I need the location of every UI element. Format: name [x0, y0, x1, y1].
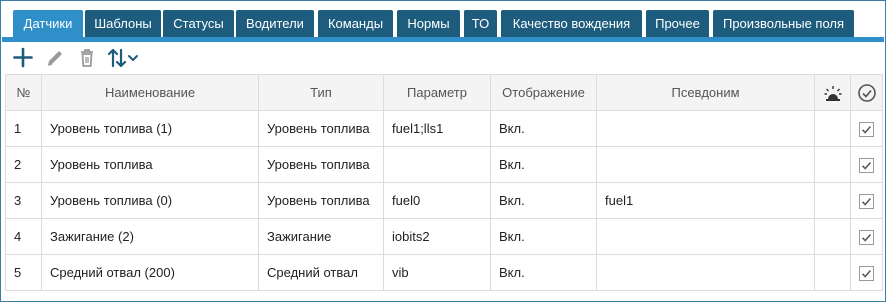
cell-number: 2: [5, 146, 42, 183]
tab-commands[interactable]: Команды: [318, 10, 393, 37]
tab-underline: [2, 37, 884, 42]
cell-type: Уровень топлива: [258, 110, 384, 147]
tab-maintenance[interactable]: ТО: [464, 10, 497, 37]
sort-arrows-icon[interactable]: [107, 45, 141, 71]
cell-param: fuel1;lls1: [383, 110, 491, 147]
cell-display: Вкл.: [490, 146, 597, 183]
check-circle-icon: [857, 83, 876, 102]
column-header-alias[interactable]: Псевдоним: [596, 74, 815, 111]
table-header-row: № Наименование Тип Параметр Отображение …: [5, 74, 883, 111]
cell-alarm: [814, 182, 851, 219]
column-header-name[interactable]: Наименование: [41, 74, 259, 111]
visible-checkbox[interactable]: [859, 265, 874, 281]
cell-type: Уровень топлива: [258, 182, 384, 219]
cell-name: Уровень топлива: [41, 146, 259, 183]
cell-param: [383, 146, 491, 183]
cell-param: fuel0: [383, 182, 491, 219]
column-header-type[interactable]: Тип: [258, 74, 384, 111]
cell-name: Уровень топлива (1): [41, 110, 259, 147]
cell-visible: [850, 146, 883, 183]
column-header-number[interactable]: №: [5, 74, 42, 111]
column-header-visible[interactable]: [850, 74, 883, 111]
sensor-panel: Датчики Шаблоны Статусы Водители Команды…: [0, 0, 886, 302]
cell-type: Уровень топлива: [258, 146, 384, 183]
cell-alarm: [814, 110, 851, 147]
tab-other[interactable]: Прочее: [646, 10, 709, 37]
cell-display: Вкл.: [490, 182, 597, 219]
alarm-light-icon: [824, 85, 841, 101]
cell-number: 5: [5, 254, 42, 291]
tab-sensors[interactable]: Датчики: [13, 10, 83, 37]
tab-drivers[interactable]: Водители: [236, 10, 314, 37]
cell-alarm: [814, 254, 851, 291]
cell-name: Средний отвал (200): [41, 254, 259, 291]
cell-display: Вкл.: [490, 218, 597, 255]
cell-visible: [850, 254, 883, 291]
visible-checkbox[interactable]: [859, 121, 874, 137]
plus-icon[interactable]: [11, 45, 35, 71]
trash-icon[interactable]: [75, 45, 99, 71]
tab-statuses[interactable]: Статусы: [163, 10, 234, 37]
visible-checkbox[interactable]: [859, 193, 874, 209]
cell-param: iobits2: [383, 218, 491, 255]
table-row[interactable]: 2 Уровень топлива Уровень топлива Вкл.: [5, 146, 883, 183]
column-header-param[interactable]: Параметр: [383, 74, 491, 111]
table-row[interactable]: 3 Уровень топлива (0) Уровень топлива fu…: [5, 182, 883, 219]
tab-norms[interactable]: Нормы: [397, 10, 460, 37]
cell-type: Средний отвал: [258, 254, 384, 291]
sensors-table: № Наименование Тип Параметр Отображение …: [5, 74, 883, 291]
cell-name: Уровень топлива (0): [41, 182, 259, 219]
visible-checkbox[interactable]: [859, 229, 874, 245]
cell-number: 4: [5, 218, 42, 255]
cell-display: Вкл.: [490, 110, 597, 147]
visible-checkbox[interactable]: [859, 157, 874, 173]
cell-visible: [850, 110, 883, 147]
cell-type: Зажигание: [258, 218, 384, 255]
pencil-icon[interactable]: [43, 45, 67, 71]
cell-alarm: [814, 146, 851, 183]
tab-bar: Датчики Шаблоны Статусы Водители Команды…: [2, 1, 882, 42]
column-header-display[interactable]: Отображение: [490, 74, 597, 111]
cell-alias: [596, 254, 815, 291]
cell-alias: [596, 110, 815, 147]
cell-display: Вкл.: [490, 254, 597, 291]
tab-driving-quality[interactable]: Качество вождения: [501, 10, 642, 37]
tab-custom-fields[interactable]: Произвольные поля: [713, 10, 854, 37]
cell-param: vib: [383, 254, 491, 291]
cell-number: 1: [5, 110, 42, 147]
table-row[interactable]: 4 Зажигание (2) Зажигание iobits2 Вкл.: [5, 218, 883, 255]
tab-templates[interactable]: Шаблоны: [85, 10, 161, 37]
cell-name: Зажигание (2): [41, 218, 259, 255]
table-row[interactable]: 5 Средний отвал (200) Средний отвал vib …: [5, 254, 883, 291]
table-row[interactable]: 1 Уровень топлива (1) Уровень топлива fu…: [5, 110, 883, 147]
column-header-alarm[interactable]: [814, 74, 851, 111]
cell-visible: [850, 218, 883, 255]
cell-alias: [596, 218, 815, 255]
cell-alias: fuel1: [596, 182, 815, 219]
cell-visible: [850, 182, 883, 219]
cell-alarm: [814, 218, 851, 255]
cell-alias: [596, 146, 815, 183]
cell-number: 3: [5, 182, 42, 219]
